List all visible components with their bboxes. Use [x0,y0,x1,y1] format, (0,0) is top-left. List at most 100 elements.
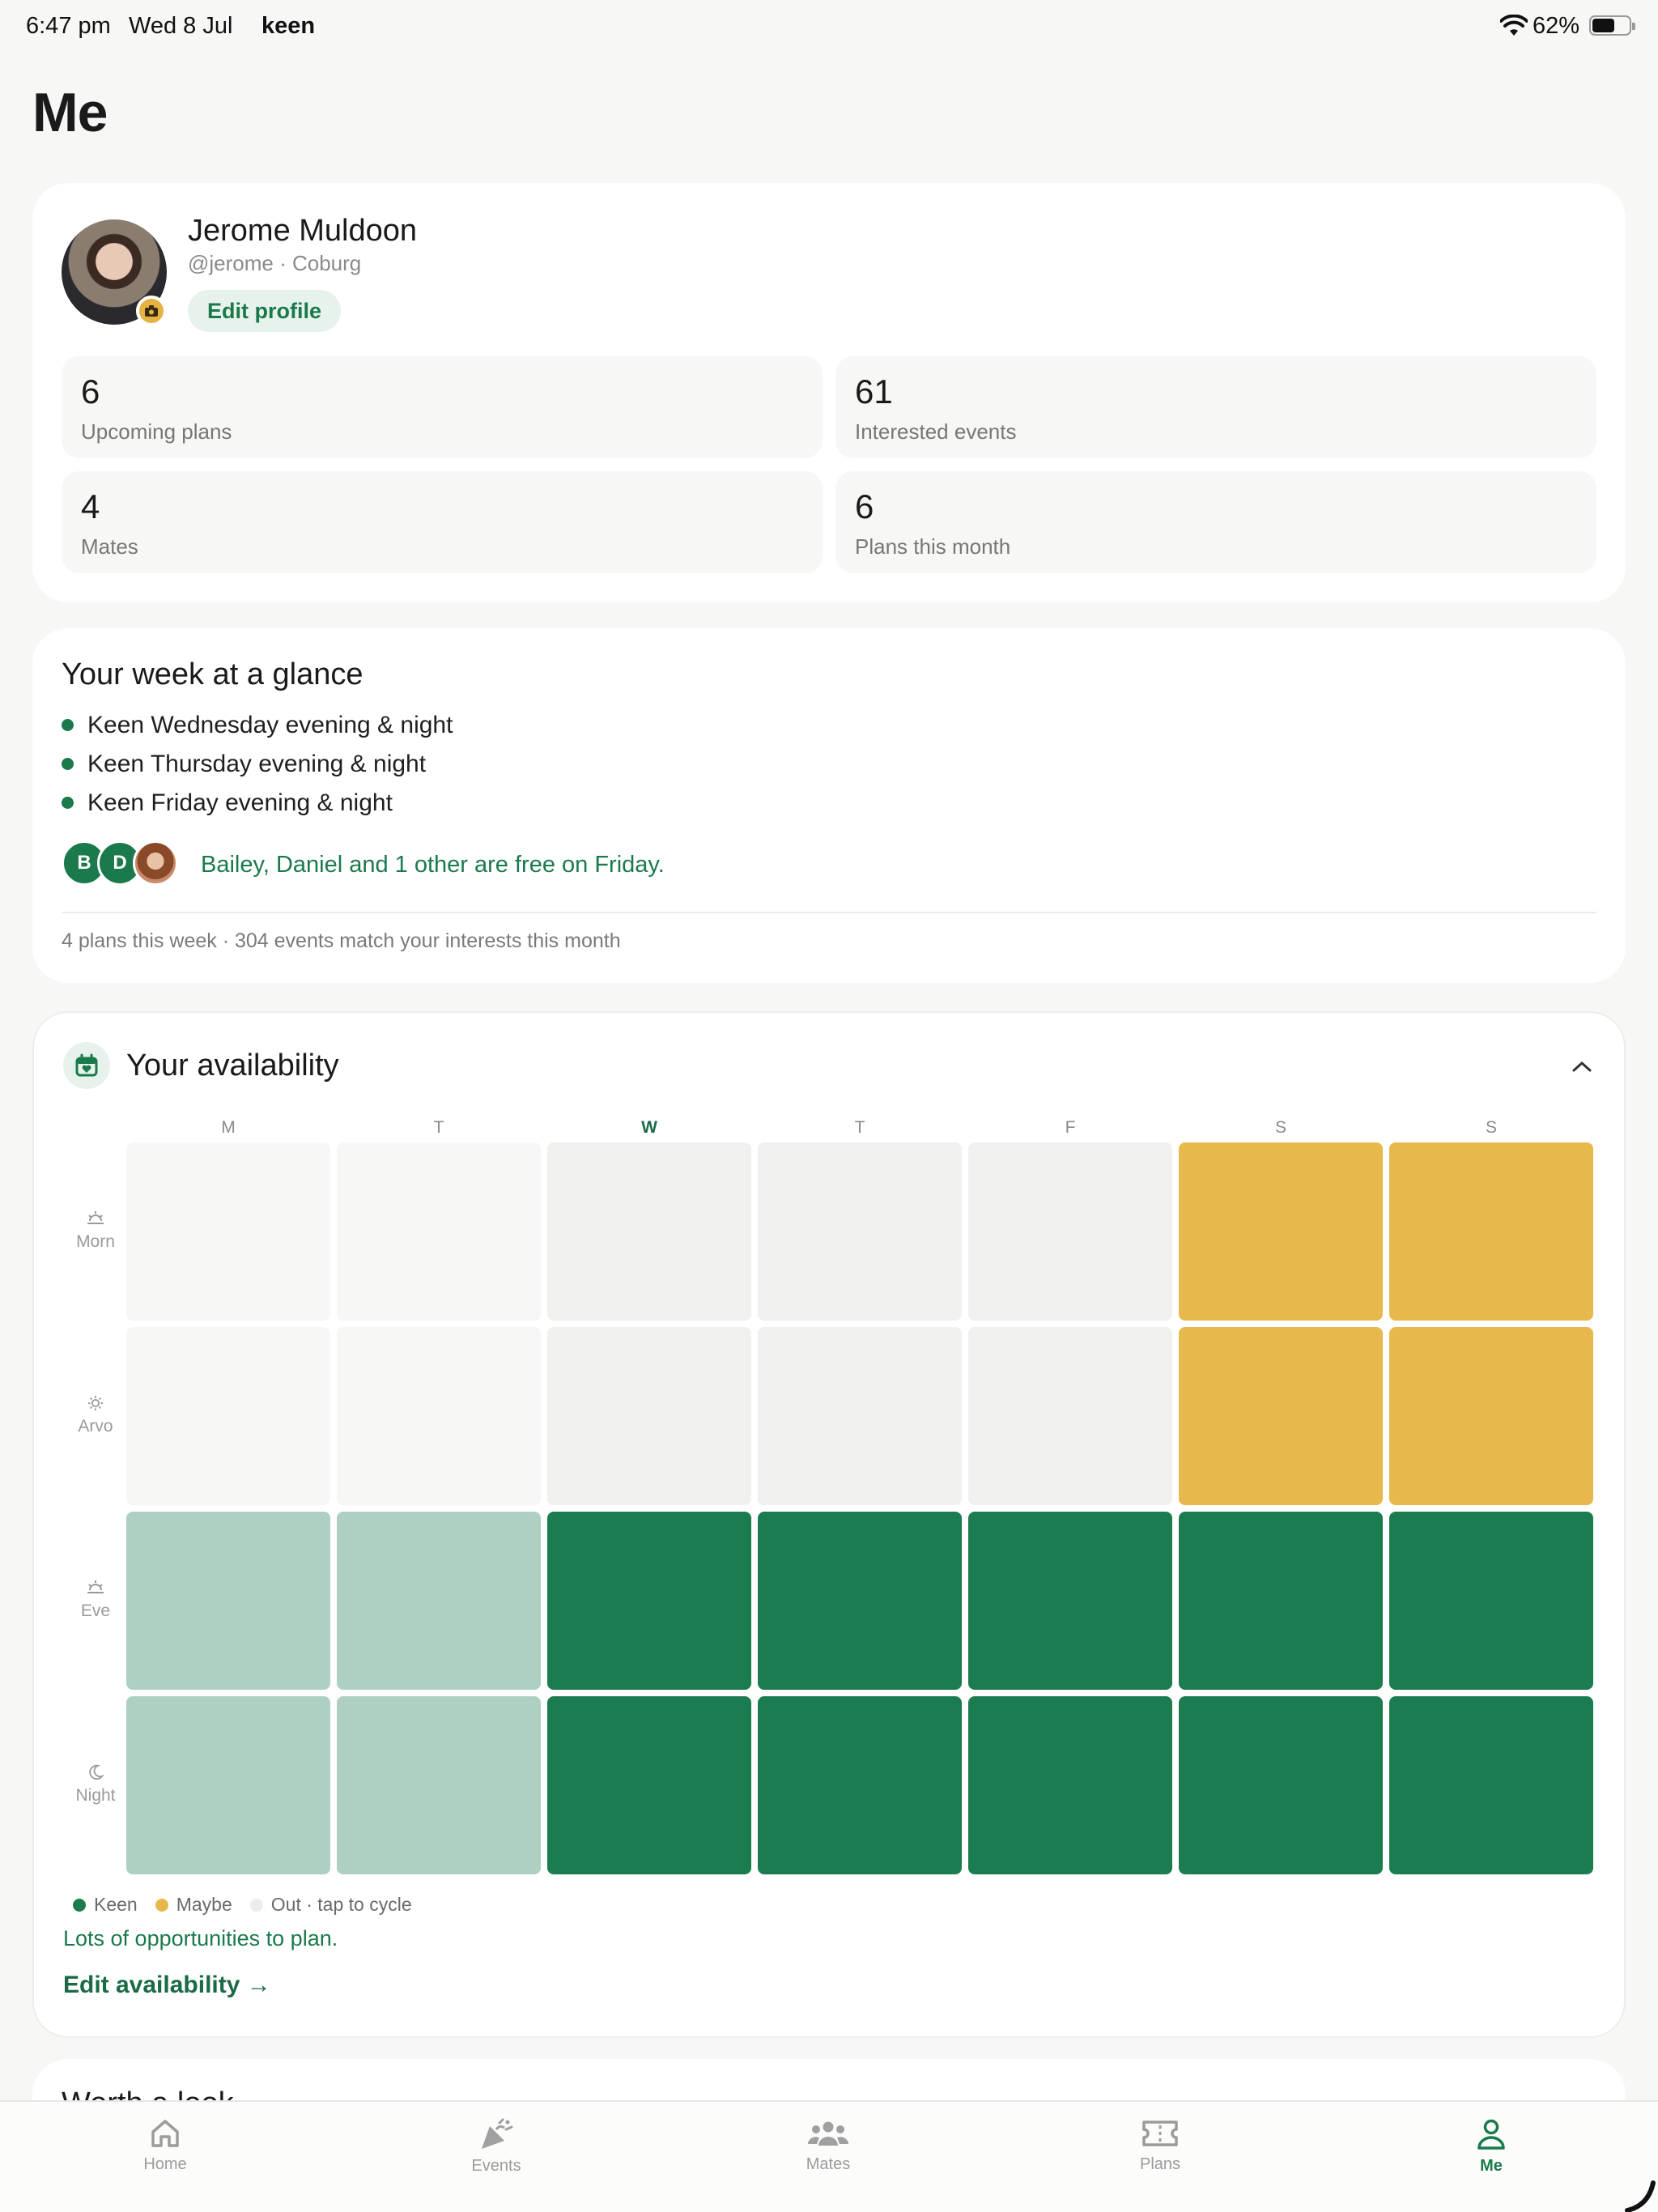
tab-label: Home [143,2155,187,2173]
availability-cell-arvo-1[interactable] [337,1327,541,1505]
availability-cell-eve-2[interactable] [547,1512,751,1690]
list-item-text: Keen Friday evening & night [87,789,393,816]
availability-cell-morn-1[interactable] [337,1142,541,1321]
availability-note: Lots of opportunities to plan. [63,1926,338,1950]
party-popper-icon [482,2118,513,2149]
legend-label: Maybe [176,1894,232,1915]
keen-dot [62,719,74,731]
availability-card: Your availability Morn Arvo Eve Night Ke… [32,1011,1626,2038]
tab-label: Mates [806,2155,851,2173]
list-item-text: Keen Wednesday evening & night [87,712,453,738]
maybe-dot [155,1898,168,1912]
day-header: S [1485,1118,1497,1137]
availability-cell-arvo-0[interactable] [126,1327,330,1505]
week-glance-list: Keen Wednesday evening & night Keen Thur… [62,709,453,826]
keen-dot [73,1898,86,1912]
availability-cell-morn-2[interactable] [547,1142,751,1321]
day-header: T [854,1118,865,1137]
availability-cell-eve-3[interactable] [758,1512,962,1690]
camera-icon[interactable] [136,296,167,326]
legend-label: Out · tap to cycle [270,1894,412,1915]
tab-label: Events [471,2157,521,2175]
status-bar: 6:47 pm Wed 8 Jul keen 62% [0,0,1658,52]
stat-value: 61 [855,372,893,410]
home-indicator [1625,2180,1656,2212]
list-item: Keen Thursday evening & night [62,748,453,787]
legend-maybe: Maybe [155,1894,232,1916]
availability-cell-night-2[interactable] [547,1696,751,1874]
week-summary: 4 plans this week · 304 events match you… [62,929,621,952]
free-mates-text[interactable]: Bailey, Daniel and 1 other are free on F… [201,852,665,878]
slot-label-morn: Morn [63,1210,128,1252]
tab-label: Plans [1139,2155,1181,2173]
keen-dot [62,797,74,809]
keen-dot [62,758,74,770]
tab-me[interactable]: Me [1410,2118,1572,2176]
availability-cell-night-5[interactable] [1179,1696,1383,1874]
stat-plans-this-month[interactable]: 6 Plans this month [835,471,1596,573]
availability-cell-night-1[interactable] [337,1696,541,1874]
availability-cell-arvo-5[interactable] [1179,1327,1383,1505]
legend-label: Keen [94,1894,138,1915]
sunrise-icon [87,1211,104,1224]
stat-upcoming-plans[interactable]: 6 Upcoming plans [62,356,823,458]
availability-cell-morn-6[interactable] [1389,1142,1593,1321]
availability-legend: Keen Maybe Out · tap to cycle [73,1894,430,1916]
status-date: Wed 8 Jul [129,13,233,39]
availability-cell-night-6[interactable] [1389,1696,1593,1874]
list-item: Keen Friday evening & night [62,787,453,826]
stat-label: Upcoming plans [81,419,232,444]
stat-mates[interactable]: 4 Mates [62,471,823,573]
profile-card: Jerome Muldoon @jerome · Coburg Edit pro… [32,183,1626,602]
availability-cell-arvo-3[interactable] [758,1327,962,1505]
edit-profile-button[interactable]: Edit profile [188,290,341,332]
availability-cell-eve-0[interactable] [126,1512,330,1690]
legend-out: Out · tap to cycle [249,1894,412,1916]
list-item-text: Keen Thursday evening & night [87,751,427,777]
availability-cell-night-3[interactable] [758,1696,962,1874]
slot-label-text: Arvo [78,1417,113,1436]
availability-cell-eve-6[interactable] [1389,1512,1593,1690]
status-time: 6:47 pm [26,13,111,39]
availability-cell-morn-0[interactable] [126,1142,330,1321]
profile-name: Jerome Muldoon [188,214,418,248]
slot-label-eve: Eve [63,1579,128,1621]
tab-home[interactable]: Home [84,2118,246,2174]
availability-cell-morn-4[interactable] [968,1142,1172,1321]
stat-label: Mates [81,534,138,559]
profile-handle-location: @jerome · Coburg [188,251,362,275]
stat-value: 6 [855,487,874,525]
availability-cell-arvo-6[interactable] [1389,1327,1593,1505]
slot-label-text: Eve [80,1602,111,1620]
availability-cell-eve-5[interactable] [1179,1512,1383,1690]
edit-availability-link[interactable]: Edit availability → [63,1972,271,1999]
tab-label: Me [1480,2157,1503,2175]
availability-cell-eve-4[interactable] [968,1512,1172,1690]
chevron-up-icon[interactable] [1566,1053,1598,1079]
availability-cell-eve-1[interactable] [337,1512,541,1690]
person-icon [1477,2119,1505,2150]
status-app-name: keen [261,13,316,39]
availability-cell-night-0[interactable] [126,1696,330,1874]
stat-interested-events[interactable]: 61 Interested events [835,356,1596,458]
slot-label-night: Night [63,1763,128,1806]
availability-cell-arvo-4[interactable] [968,1327,1172,1505]
people-icon [808,2121,848,2146]
week-glance-title: Your week at a glance [62,657,363,691]
availability-cell-arvo-2[interactable] [547,1327,751,1505]
tab-plans[interactable]: Plans [1079,2118,1241,2174]
day-header: W [641,1118,657,1137]
day-header: M [221,1118,236,1137]
availability-cell-morn-3[interactable] [758,1142,962,1321]
availability-title: Your availability [126,1049,339,1083]
tab-events[interactable]: Events [415,2118,577,2176]
stat-label: Plans this month [855,534,1011,559]
sun-icon [87,1395,104,1411]
availability-cell-night-4[interactable] [968,1696,1172,1874]
sunset-icon [87,1580,104,1593]
moon-icon [89,1764,104,1780]
slot-label-text: Morn [76,1232,115,1251]
battery-percent: 62% [1533,13,1580,39]
tab-mates[interactable]: Mates [747,2118,909,2174]
availability-cell-morn-5[interactable] [1179,1142,1383,1321]
